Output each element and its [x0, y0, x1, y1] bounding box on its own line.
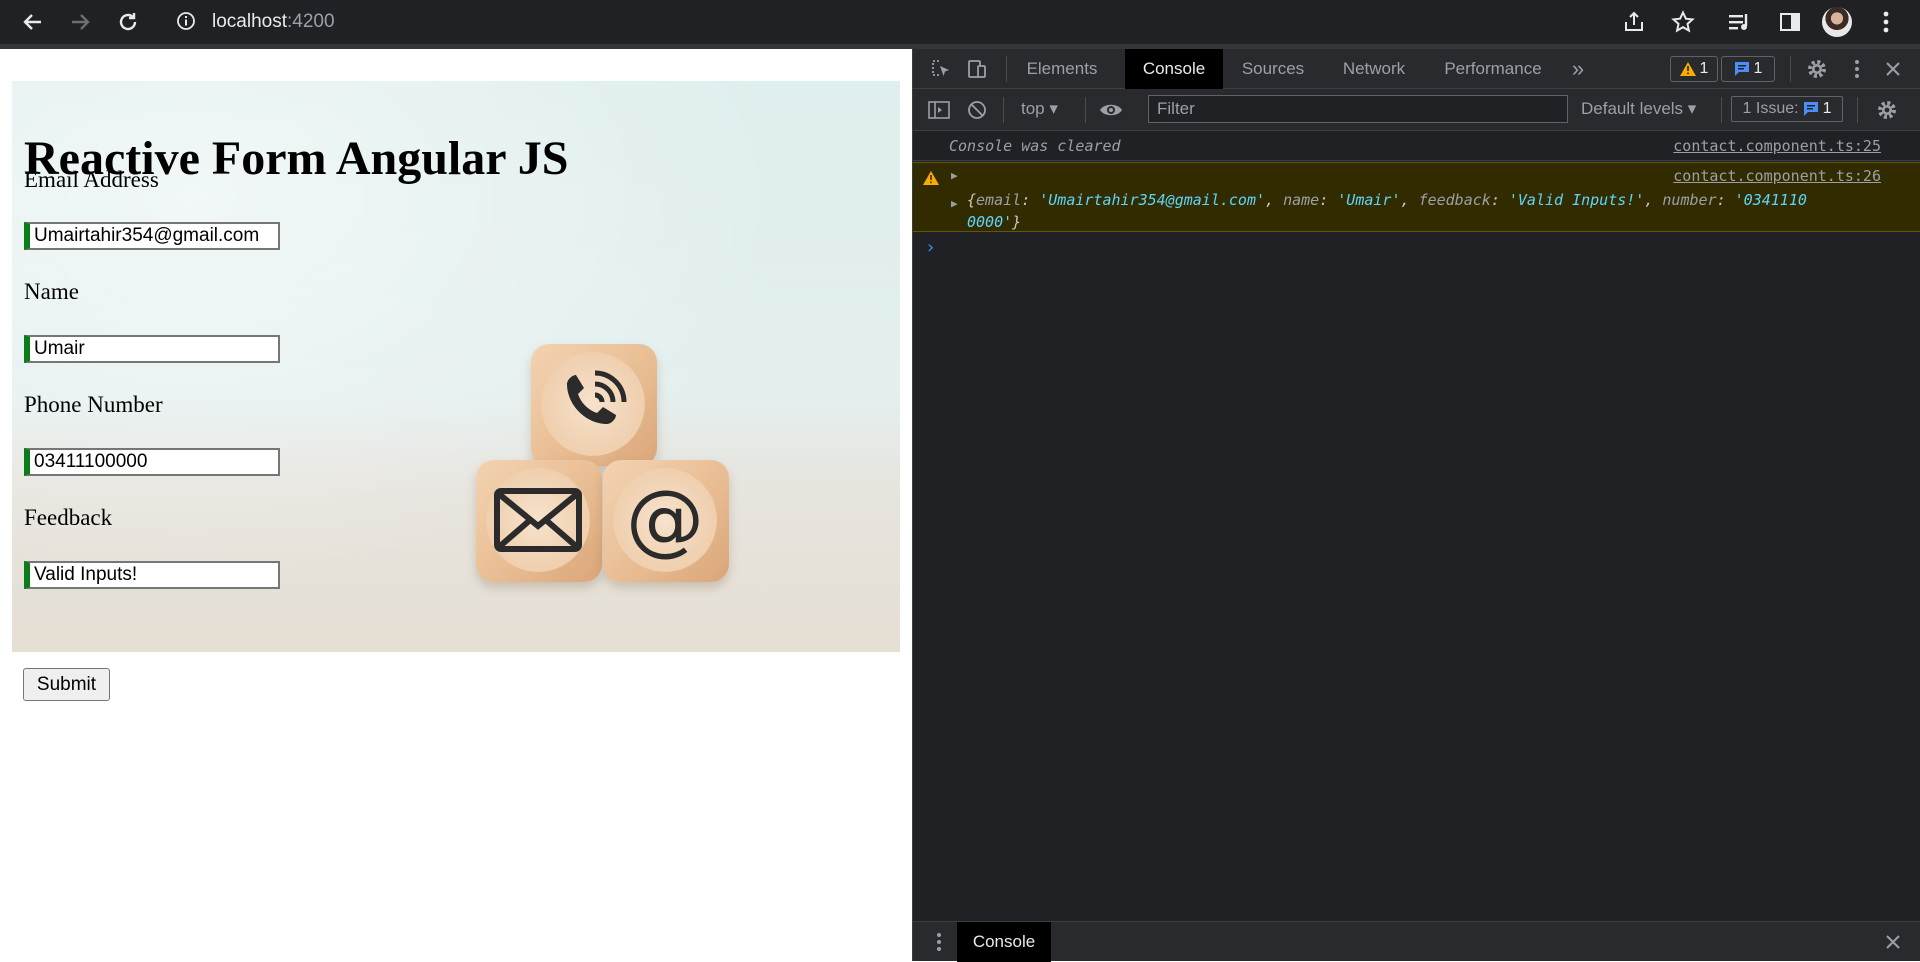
share-icon	[1625, 11, 1643, 31]
messages-badge[interactable]: 1	[1721, 56, 1775, 82]
devtools-menu-button[interactable]	[1841, 53, 1873, 85]
drawer-menu-button[interactable]	[923, 926, 955, 958]
reload-icon	[119, 13, 137, 31]
gear-icon	[1808, 60, 1826, 78]
arrow-left-icon	[23, 14, 41, 30]
gear-icon	[1878, 101, 1896, 119]
live-expression-button[interactable]	[1095, 94, 1127, 126]
browser-toolbar: localhost:4200	[0, 0, 1920, 44]
arrow-right-icon	[72, 14, 90, 30]
at-sign-icon: @	[626, 475, 704, 565]
log-levels-dropdown[interactable]: Default levels ▾	[1581, 99, 1696, 119]
more-vertical-icon	[1883, 11, 1889, 33]
back-button[interactable]	[17, 6, 49, 38]
source-link[interactable]: contact.component.ts:26	[1673, 167, 1881, 185]
profile-avatar[interactable]	[1822, 7, 1852, 37]
eye-icon	[1100, 104, 1122, 116]
envelope-icon	[494, 488, 582, 552]
feedback-field[interactable]: Valid Inputs!	[24, 561, 280, 589]
site-info-icon[interactable]	[176, 11, 196, 36]
name-field[interactable]: Umair	[24, 335, 280, 363]
source-link[interactable]: contact.component.ts:25	[1673, 137, 1881, 155]
inspect-element-button[interactable]	[925, 53, 957, 85]
bookmark-button[interactable]	[1667, 6, 1699, 38]
phone-cube-image	[531, 344, 657, 466]
expand-arrow-icon[interactable]: ▶	[951, 169, 958, 182]
at-sign-cube-image: @	[603, 460, 729, 582]
drawer-tab-console[interactable]: Console	[957, 922, 1051, 962]
tab-network[interactable]: Network	[1331, 49, 1417, 89]
close-devtools-button[interactable]	[1877, 53, 1909, 85]
devtools-tab-bar: Elements Console Sources Network Perform…	[913, 49, 1920, 89]
toggle-sidebar-button[interactable]	[923, 94, 955, 126]
forward-button[interactable]	[64, 6, 96, 38]
context-selector[interactable]: top ▾	[1021, 99, 1058, 119]
close-icon	[1886, 62, 1900, 76]
side-panel-icon	[1780, 13, 1800, 31]
expand-object-arrow-icon[interactable]: ▶	[951, 197, 958, 210]
email-field[interactable]: Umairtahir354@gmail.com	[24, 222, 280, 250]
logged-object[interactable]: {email: 'Umairtahir354@gmail.com', name:…	[967, 189, 1897, 233]
tab-console[interactable]: Console	[1125, 49, 1223, 89]
message-icon	[1734, 62, 1749, 76]
more-tabs-button[interactable]: »	[1563, 49, 1593, 89]
block-icon	[968, 101, 986, 119]
submit-button[interactable]: Submit	[23, 668, 110, 701]
phone-label: Phone Number	[24, 392, 163, 417]
warning-icon	[1679, 62, 1696, 76]
devtools-panel: Elements Console Sources Network Perform…	[912, 49, 1920, 962]
media-controls-button[interactable]	[1724, 6, 1756, 38]
playlist-icon	[1729, 14, 1748, 30]
browser-menu-button[interactable]	[1870, 6, 1902, 38]
warning-icon	[923, 171, 939, 185]
phone-icon	[567, 370, 627, 424]
side-panel-button[interactable]	[1774, 6, 1806, 38]
console-settings-button[interactable]	[1871, 94, 1903, 126]
address-bar[interactable]: localhost:4200	[162, 3, 1642, 39]
inspect-icon	[932, 60, 949, 76]
more-vertical-icon	[1855, 60, 1859, 78]
tab-sources[interactable]: Sources	[1233, 49, 1313, 89]
reload-button[interactable]	[112, 6, 144, 38]
console-warning-row: ▶ ▶ contact.component.ts:26 {email: 'Uma…	[913, 162, 1920, 232]
tab-elements[interactable]: Elements	[1017, 49, 1107, 89]
console-filter-input[interactable]: Filter	[1148, 95, 1568, 123]
more-vertical-icon	[937, 933, 941, 951]
console-prompt[interactable]: ›	[925, 237, 936, 258]
page-viewport: @ Reactive Form Angular JS Email Address…	[0, 49, 912, 961]
share-button[interactable]	[1618, 6, 1650, 38]
device-toolbar-button[interactable]	[961, 53, 993, 85]
close-icon	[1886, 935, 1900, 949]
name-label: Name	[24, 279, 79, 304]
device-icon	[968, 60, 986, 78]
feedback-label: Feedback	[24, 505, 113, 530]
devtools-settings-button[interactable]	[1801, 53, 1833, 85]
email-label: Email Address	[24, 167, 159, 192]
warnings-badge[interactable]: 1	[1670, 56, 1718, 82]
url-text: localhost:4200	[212, 11, 335, 32]
devtools-drawer: Console	[913, 921, 1920, 962]
clear-console-button[interactable]	[961, 94, 993, 126]
sidebar-icon	[928, 101, 950, 119]
message-icon	[1803, 102, 1818, 116]
star-icon	[1671, 10, 1695, 33]
phone-field[interactable]: 03411100000	[24, 448, 280, 476]
mail-cube-image	[476, 460, 602, 582]
close-drawer-button[interactable]	[1877, 926, 1909, 958]
console-cleared-message: Console was cleared contact.component.ts…	[913, 131, 1920, 161]
tab-performance[interactable]: Performance	[1437, 49, 1549, 89]
issues-button[interactable]: 1 Issue: 1	[1731, 96, 1843, 122]
console-toolbar: top ▾ Filter Default levels ▾ 1 Issue: 1	[913, 89, 1920, 131]
